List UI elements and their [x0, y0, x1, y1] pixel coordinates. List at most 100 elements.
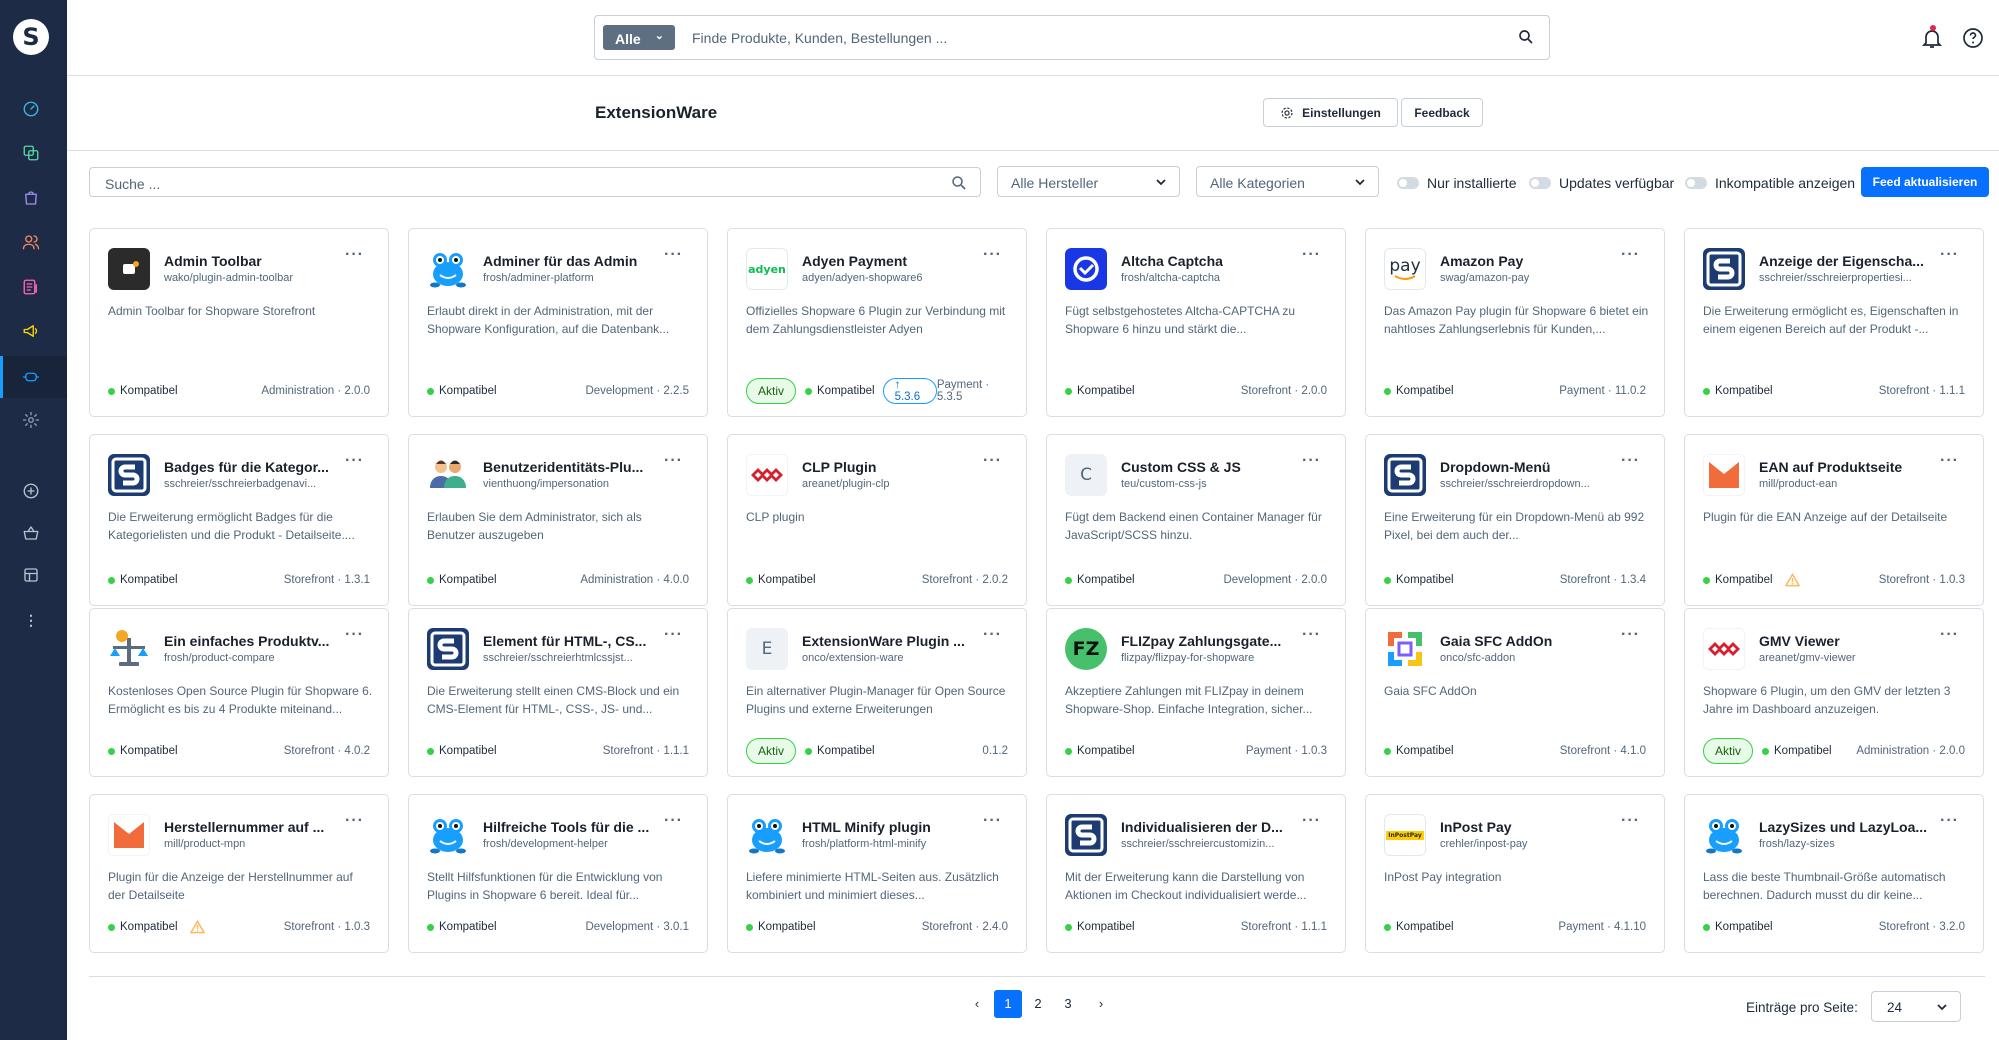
shopware-logo[interactable]: S	[13, 19, 49, 55]
more-actions-icon[interactable]: ···	[983, 812, 1002, 830]
plugin-card[interactable]: Ein einfaches Produktv... frosh/product-c…	[89, 608, 389, 777]
plugin-card[interactable]: Badges für die Kategor... sschreier/sschr…	[89, 434, 389, 606]
feedback-button[interactable]: Feedback	[1401, 98, 1483, 127]
content-icon[interactable]	[20, 276, 42, 298]
toggle-switch[interactable]	[1685, 177, 1707, 189]
more-actions-icon[interactable]: ···	[1621, 246, 1640, 264]
catalogue-icon[interactable]	[20, 142, 42, 164]
page-3-button[interactable]: 3	[1054, 990, 1082, 1018]
next-page-button[interactable]: ›	[1087, 990, 1115, 1018]
more-actions-icon[interactable]: ···	[1940, 452, 1959, 470]
per-page-select[interactable]: 24	[1871, 991, 1961, 1022]
plugin-card[interactable]: Gaia SFC AddOn onco/sfc-addon ··· Gaia SFC …	[1365, 608, 1665, 777]
more-actions-icon[interactable]: ···	[345, 246, 364, 264]
more-actions-icon[interactable]: ···	[983, 626, 1002, 644]
plugin-description: Eine Erweiterung für ein Dropdown-Menü a…	[1384, 510, 1645, 542]
plugin-meta: Storefront · 1.1.1	[602, 745, 689, 757]
search-category-label: Alle	[615, 31, 641, 47]
more-actions-icon[interactable]: ···	[1302, 246, 1321, 264]
s-logo-icon	[427, 628, 469, 670]
customers-icon[interactable]	[20, 231, 42, 253]
plugin-card[interactable]: Hilfreiche Tools für die ... frosh/develo…	[408, 794, 708, 953]
more-actions-icon[interactable]: ···	[345, 452, 364, 470]
search-icon[interactable]	[950, 174, 968, 192]
prev-page-button[interactable]: ‹	[963, 990, 991, 1018]
refresh-feed-button[interactable]: Feed aktualisieren	[1861, 167, 1989, 197]
plugin-package: crehler/inpost-pay	[1440, 838, 1528, 850]
more-actions-icon[interactable]: ···	[983, 452, 1002, 470]
toggle-switch[interactable]	[1397, 177, 1419, 189]
plugin-card[interactable]: GMV Viewer areanet/gmv-viewer ··· Shopware …	[1684, 608, 1984, 777]
plugin-card[interactable]: HTML Minify plugin frosh/platform-html-mi…	[727, 794, 1027, 953]
more-actions-icon[interactable]: ···	[1302, 452, 1321, 470]
plugin-card[interactable]: Anzeige der Eigenscha... sschreier/sschre…	[1684, 228, 1984, 417]
sales-channel-icon[interactable]	[20, 564, 42, 586]
plugin-card[interactable]: C Custom CSS & JS teu/custom-css-js ··· Fügt…	[1046, 434, 1346, 606]
global-search-input[interactable]: Finde Produkte, Kunden, Bestellungen ...	[692, 30, 947, 46]
settings-button[interactable]: Einstellungen	[1263, 98, 1398, 127]
more-actions-icon[interactable]: ···	[1621, 452, 1640, 470]
plugin-card[interactable]: CLP Plugin areanet/plugin-clp ··· CLP plugi…	[727, 434, 1027, 606]
plugin-title: InPost Pay	[1440, 819, 1512, 835]
warning-icon	[189, 920, 205, 934]
plugin-card[interactable]: Element für HTML-, CS... sschreier/sschre…	[408, 608, 708, 777]
more-actions-icon[interactable]: ···	[345, 812, 364, 830]
plugin-card[interactable]: Herstellernummer auf ... mill/product-mpn…	[89, 794, 389, 953]
plugin-card[interactable]: Admin Toolbar wako/plugin-admin-toolbar ··…	[89, 228, 389, 417]
store-icon[interactable]	[20, 522, 42, 544]
more-actions-icon[interactable]: ···	[1940, 246, 1959, 264]
plugin-card[interactable]: LazySizes und LazyLoa... frosh/lazy-sizes…	[1684, 794, 1984, 953]
search-category-select[interactable]: Alle ⌄	[603, 25, 675, 50]
plugin-card[interactable]: InPostPay InPost Pay crehler/inpost-pay ···…	[1365, 794, 1665, 953]
more-actions-icon[interactable]: ···	[664, 452, 683, 470]
add-icon[interactable]	[20, 480, 42, 502]
toggle-incompatible[interactable]: Inkompatible anzeigen	[1685, 175, 1855, 191]
letter-icon: E	[746, 628, 788, 670]
plugin-card[interactable]: pay Amazon Pay swag/amazon-pay ··· Das Amazo…	[1365, 228, 1665, 417]
compatible-status-dot	[1384, 576, 1391, 584]
toggle-installed[interactable]: Nur installierte	[1397, 175, 1516, 191]
more-actions-icon[interactable]: ···	[345, 626, 364, 644]
more-actions-icon[interactable]: ···	[664, 626, 683, 644]
compatibility-status: Kompatibel	[1396, 745, 1454, 757]
category-select[interactable]: Alle Kategorien	[1196, 166, 1379, 197]
more-icon[interactable]: ⋮	[20, 609, 42, 631]
settings-icon[interactable]	[20, 409, 42, 431]
plugin-card[interactable]: EAN auf Produktseite mill/product-ean ··· P…	[1684, 434, 1984, 606]
update-available-button[interactable]: ↑ 5.3.6	[882, 378, 937, 404]
more-actions-icon[interactable]: ···	[1940, 626, 1959, 644]
page-2-button[interactable]: 2	[1024, 990, 1052, 1018]
plugin-card[interactable]: Benutzeridentitäts-Plu... vienthuong/impe…	[408, 434, 708, 606]
toggle-updates[interactable]: Updates verfügbar	[1529, 175, 1674, 191]
more-actions-icon[interactable]: ···	[1621, 812, 1640, 830]
dashboard-icon[interactable]	[20, 98, 42, 120]
toggle-switch[interactable]	[1529, 177, 1551, 189]
search-icon[interactable]	[1517, 28, 1535, 46]
more-actions-icon[interactable]: ···	[983, 246, 1002, 264]
more-actions-icon[interactable]: ···	[664, 812, 683, 830]
plugin-card[interactable]: Individualisieren der D... sschreier/ssch…	[1046, 794, 1346, 953]
more-actions-icon[interactable]: ···	[1940, 812, 1959, 830]
page-1-button[interactable]: 1	[994, 990, 1022, 1018]
plugin-package: flizpay/flizpay-for-shopware	[1121, 652, 1255, 664]
extensions-icon[interactable]	[20, 366, 42, 388]
more-actions-icon[interactable]: ···	[1302, 626, 1321, 644]
plugin-card[interactable]: adyen Adyen Payment adyen/adyen-shopware6 ·…	[727, 228, 1027, 417]
more-actions-icon[interactable]: ···	[664, 246, 683, 264]
more-actions-icon[interactable]: ···	[1621, 626, 1640, 644]
more-actions-icon[interactable]: ···	[1302, 812, 1321, 830]
plugin-card[interactable]: Dropdown-Menü sschreier/sschreierdropdown…	[1365, 434, 1665, 606]
plugin-search-input[interactable]: Suche ...	[89, 167, 981, 197]
plugin-card[interactable]: FZ FLIZpay Zahlungsgate... flizpay/flizpay…	[1046, 608, 1346, 777]
plugin-card[interactable]: E ExtensionWare Plugin ... onco/extension-…	[727, 608, 1027, 777]
marketing-icon[interactable]	[20, 320, 42, 342]
manufacturer-select[interactable]: Alle Hersteller	[997, 166, 1180, 197]
global-search[interactable]: Alle ⌄ Finde Produkte, Kunden, Bestellung…	[594, 15, 1550, 60]
toggle-updates-label: Updates verfügbar	[1559, 175, 1675, 191]
orders-icon[interactable]	[20, 187, 42, 209]
plugin-card[interactable]: Altcha Captcha frosh/altcha-captcha ··· Füg…	[1046, 228, 1346, 417]
help-icon[interactable]	[1961, 26, 1985, 50]
plugin-package: areanet/plugin-clp	[802, 478, 890, 490]
plugin-card[interactable]: Adminer für das Admin frosh/adminer-platf…	[408, 228, 708, 417]
plugin-description: Lass die beste Thumbnail-Größe automatis…	[1703, 870, 1946, 902]
